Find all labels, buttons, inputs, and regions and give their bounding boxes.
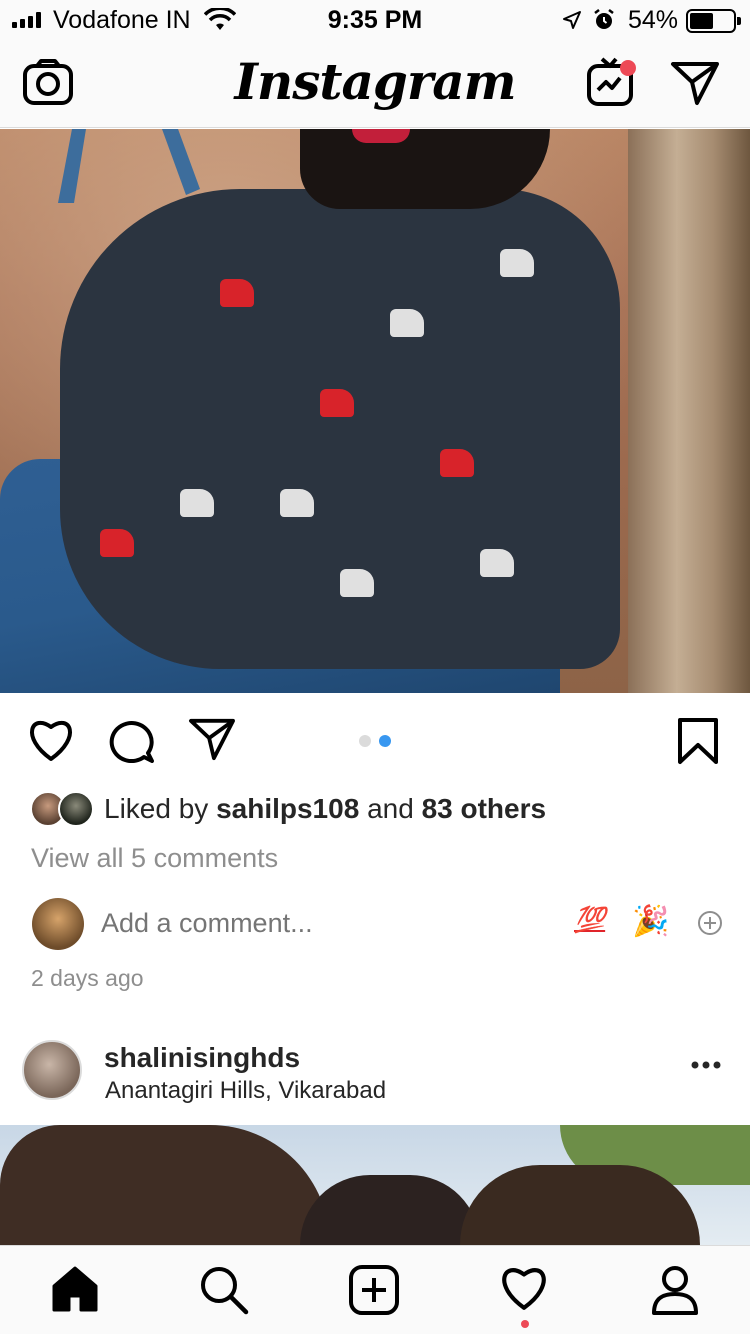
likes-and: and: [367, 793, 414, 824]
liked-by-username[interactable]: sahilps108: [216, 793, 359, 824]
heart-icon[interactable]: [26, 717, 76, 763]
instagram-logo: Instagram: [234, 52, 517, 111]
bottom-tab-bar: [0, 1245, 750, 1334]
carousel-dot: [379, 735, 391, 747]
party-popper-emoji-button[interactable]: 🎉: [632, 904, 669, 939]
battery-icon: [686, 9, 741, 33]
activity-icon[interactable]: [498, 1264, 550, 1312]
view-all-comments-link[interactable]: View all 5 comments: [31, 843, 278, 874]
alarm-icon: [594, 9, 614, 29]
igtv-new-badge: [620, 60, 636, 76]
search-icon[interactable]: [198, 1264, 250, 1316]
background-person-legs: [58, 129, 200, 203]
next-post-photo[interactable]: [0, 1125, 750, 1245]
comment-input[interactable]: [101, 908, 541, 939]
activity-notification-dot: [521, 1320, 529, 1328]
post-actions: [0, 693, 750, 783]
tree-trunk: [628, 129, 750, 693]
next-post-header: shalinisinghds Anantagiri Hills, Vikarab…: [0, 1030, 750, 1124]
likes-prefix: Liked by: [104, 793, 209, 824]
bookmark-icon[interactable]: [676, 717, 720, 765]
hair: [0, 1125, 330, 1245]
liker-avatar: [58, 791, 94, 827]
more-options-icon[interactable]: [690, 1060, 722, 1070]
battery-percent: 54%: [628, 6, 679, 34]
add-emoji-icon[interactable]: [697, 910, 723, 936]
shirt: [60, 189, 620, 669]
top-navigation-bar: Instagram: [0, 40, 750, 128]
profile-icon[interactable]: [650, 1264, 700, 1316]
status-bar: Vodafone IN 9:35 PM 54%: [0, 0, 750, 40]
add-comment-row: 💯 🎉: [0, 894, 750, 954]
home-icon[interactable]: [50, 1264, 100, 1314]
current-user-avatar: [32, 898, 84, 950]
hair: [300, 1175, 480, 1245]
post-timestamp: 2 days ago: [31, 965, 144, 991]
new-post-icon[interactable]: [348, 1264, 400, 1316]
smile: [352, 129, 410, 143]
carousel-dot: [359, 735, 371, 747]
comment-bubble-icon[interactable]: [108, 717, 156, 763]
post-photo[interactable]: [0, 129, 750, 693]
location-arrow-icon: [563, 11, 581, 29]
others-count[interactable]: 83 others: [422, 793, 547, 824]
direct-message-icon[interactable]: [670, 60, 720, 106]
author-username[interactable]: shalinisinghds: [104, 1042, 300, 1074]
likes-text: Liked by sahilps108 and 83 others: [104, 793, 546, 825]
post-location[interactable]: Anantagiri Hills, Vikarabad: [105, 1077, 386, 1105]
share-icon[interactable]: [188, 717, 236, 761]
hundred-emoji-button[interactable]: 💯: [574, 906, 605, 935]
likes-summary[interactable]: Liked by sahilps108 and 83 others: [0, 785, 750, 835]
author-avatar[interactable]: [22, 1040, 82, 1100]
